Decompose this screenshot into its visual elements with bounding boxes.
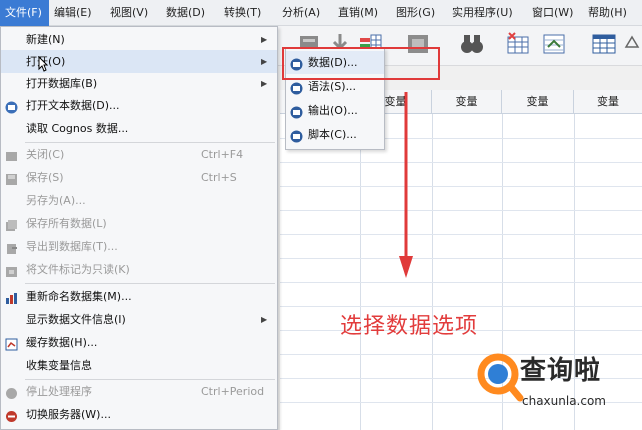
menu-item-cache-data[interactable]: 缓存数据(H)...	[1, 331, 277, 354]
menu-item-mark-readonly: 将文件标记为只读(K)	[1, 258, 277, 281]
submenu-item-script[interactable]: 脚本(C)...	[286, 123, 384, 146]
menu-help[interactable]: 帮助(H)	[583, 0, 642, 26]
menu-utilities[interactable]: 实用程序(U)	[447, 0, 527, 26]
grid-row-line	[280, 234, 642, 235]
menu-data[interactable]: 数据(D)	[161, 0, 219, 26]
menu-item-label: 重新命名数据集(M)...	[26, 290, 132, 303]
menu-item-new[interactable]: 新建(N) ▶	[1, 28, 277, 51]
menu-item-collect-variable-info[interactable]: 收集变量信息	[1, 354, 277, 377]
export-database-icon	[5, 240, 18, 254]
menu-item-label: 显示数据文件信息(I)	[26, 313, 126, 326]
submenu-arrow-icon: ▶	[261, 57, 268, 66]
menu-bar: 文件(F) 编辑(E) 视图(V) 数据(D) 转换(T) 分析(A) 直销(M…	[0, 0, 642, 26]
grid-row-line	[280, 258, 642, 259]
grid-header-cell[interactable]: 变量	[574, 90, 642, 114]
menu-item-label: 停止处理程序	[26, 385, 92, 398]
submenu-arrow-icon: ▶	[261, 35, 268, 44]
split-file-icon[interactable]	[540, 31, 568, 57]
menu-item-label: 保存(S)	[26, 171, 64, 184]
menu-separator	[25, 283, 275, 284]
menu-item-close: 关闭(C) Ctrl+F4	[1, 143, 277, 166]
annotation-caption: 选择数据选项	[340, 314, 479, 339]
cache-data-icon	[5, 336, 18, 351]
grid-header-cell[interactable]: 变量	[502, 90, 574, 114]
grid-row-line	[280, 306, 642, 307]
menu-item-label: 将文件标记为只读(K)	[26, 263, 130, 276]
menu-item-shortcut: Ctrl+F4	[201, 148, 244, 161]
grid-row-line	[280, 162, 642, 163]
close-file-icon	[5, 148, 18, 161]
file-menu-dropdown: 新建(N) ▶ 打开(O) ▶ 打开数据库(B) ▶ 打开文本数据(D)... …	[0, 26, 278, 430]
output-file-icon	[290, 104, 303, 119]
mouse-cursor-icon	[38, 55, 49, 72]
grid-row-line	[280, 186, 642, 187]
save-icon	[5, 171, 18, 185]
grid-row-line	[280, 210, 642, 211]
syntax-file-icon	[290, 80, 303, 95]
menu-item-shortcut: Ctrl+Period	[201, 385, 265, 398]
watermark-text: 查询啦	[520, 356, 602, 386]
menu-item-label: 另存为(A)...	[26, 194, 86, 207]
menu-analyze[interactable]: 分析(A)	[277, 0, 333, 26]
menu-transform[interactable]: 转换(T)	[219, 0, 277, 26]
menu-item-label: 读取 Cognos 数据...	[26, 122, 129, 135]
menu-item-label: 保存所有数据(L)	[26, 217, 107, 230]
menu-item-stop-processor: 停止处理程序 Ctrl+Period	[1, 380, 277, 403]
menu-item-open-text-data[interactable]: 打开文本数据(D)...	[1, 94, 277, 117]
stop-icon	[5, 385, 18, 399]
watermark-url: chaxunla.com	[522, 394, 606, 408]
menu-item-save: 保存(S) Ctrl+S	[1, 166, 277, 189]
submenu-arrow-icon: ▶	[261, 79, 268, 88]
script-file-icon	[290, 128, 303, 143]
rename-dataset-icon	[5, 290, 18, 304]
submenu-item-output[interactable]: 输出(O)...	[286, 99, 384, 122]
submenu-item-label: 输出(O)...	[308, 104, 358, 117]
menu-item-shortcut: Ctrl+S	[201, 171, 237, 184]
grid-header-cell[interactable]: 变量	[432, 90, 502, 114]
menu-item-label: 导出到数据库(T)...	[26, 240, 118, 253]
menu-graphs[interactable]: 图形(G)	[391, 0, 447, 26]
menu-item-label: 新建(N)	[26, 33, 65, 46]
menu-direct-marketing[interactable]: 直销(M)	[333, 0, 391, 26]
menu-item-switch-server[interactable]: 切换服务器(W)...	[1, 403, 277, 426]
text-data-icon	[5, 99, 18, 114]
insert-cases-icon[interactable]	[504, 31, 532, 57]
menu-item-label: 打开文本数据(D)...	[26, 99, 120, 112]
menu-edit[interactable]: 编辑(E)	[49, 0, 105, 26]
menu-item-save-as: 另存为(A)...	[1, 189, 277, 212]
menu-file[interactable]: 文件(F)	[0, 0, 49, 26]
data-view-icon[interactable]	[590, 31, 618, 57]
switch-server-icon	[5, 408, 18, 422]
highlight-box	[282, 47, 440, 80]
menu-item-label: 收集变量信息	[26, 359, 92, 372]
menu-item-display-file-info[interactable]: 显示数据文件信息(I) ▶	[1, 308, 277, 331]
menu-item-label: 缓存数据(H)...	[26, 336, 98, 349]
menu-item-label: 打开数据库(B)	[26, 77, 98, 90]
submenu-item-label: 脚本(C)...	[308, 128, 357, 141]
menu-item-save-all: 保存所有数据(L)	[1, 212, 277, 235]
readonly-icon	[5, 263, 18, 277]
menu-view[interactable]: 视图(V)	[105, 0, 161, 26]
grid-row-line	[280, 282, 642, 283]
red-arrow-icon	[396, 92, 416, 280]
menu-item-export-database: 导出到数据库(T)...	[1, 235, 277, 258]
menu-item-label: 切换服务器(W)...	[26, 408, 111, 421]
find-binoculars-icon[interactable]	[458, 31, 486, 57]
menu-item-open-database[interactable]: 打开数据库(B) ▶	[1, 72, 277, 95]
save-all-icon	[5, 217, 18, 231]
submenu-arrow-icon: ▶	[261, 315, 268, 324]
menu-item-read-cognos[interactable]: 读取 Cognos 数据...	[1, 117, 277, 140]
menu-item-rename-dataset[interactable]: 重新命名数据集(M)...	[1, 285, 277, 308]
menu-window[interactable]: 窗口(W)	[527, 0, 583, 26]
menu-item-label: 关闭(C)	[26, 148, 65, 161]
weight-scale-icon[interactable]	[622, 31, 642, 57]
